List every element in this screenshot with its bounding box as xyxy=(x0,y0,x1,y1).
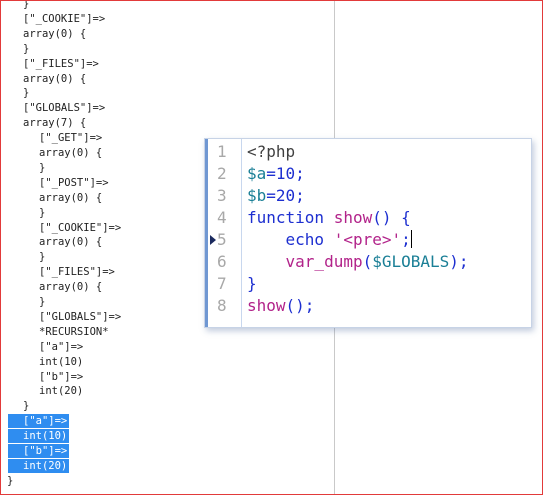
code-line[interactable]: } xyxy=(247,273,257,295)
line-number: 8 xyxy=(217,296,227,315)
code-token: ); xyxy=(449,252,469,271)
code-token: $GLOBALS xyxy=(372,252,450,271)
dump-line: } xyxy=(39,296,46,308)
dump-line: int(20) xyxy=(8,458,70,473)
code-token: =20; xyxy=(266,186,305,205)
dump-line: } xyxy=(7,474,14,487)
code-token: ; xyxy=(401,230,411,249)
dump-line: ["_GET"]=> xyxy=(39,132,103,145)
code-line[interactable]: <?php xyxy=(247,141,295,163)
code-token: $b xyxy=(247,186,267,205)
dump-line: int(10) xyxy=(8,429,70,444)
code-token: =10; xyxy=(266,164,305,183)
dump-line: array(7) { xyxy=(23,117,87,130)
dump-line: ["a"]=> xyxy=(39,340,84,353)
dump-line: ["GLOBALS"]=> xyxy=(39,310,122,323)
code-token: function xyxy=(247,208,325,227)
dump-line: } xyxy=(23,1,30,10)
code-line[interactable]: function show() { xyxy=(247,207,411,229)
dump-line: ["b"]=> xyxy=(39,370,84,383)
line-number: 4 xyxy=(217,208,227,227)
code-token: () { xyxy=(372,208,411,227)
line-number: 2 xyxy=(217,164,227,183)
code-token: } xyxy=(247,274,257,293)
dump-line: } xyxy=(39,251,46,264)
dump-line: int(20) xyxy=(39,385,84,398)
dump-line: ["_COOKIE"]=> xyxy=(23,12,106,25)
dump-line: *RECURSION* xyxy=(39,325,109,338)
code-editor[interactable]: 12345678 <?php $a=10; $b=20; function show(… xyxy=(204,138,532,328)
dump-line: } xyxy=(23,400,30,413)
line-number: 1 xyxy=(217,142,227,161)
code-line[interactable]: echo '<pre>'; xyxy=(247,229,412,251)
dump-line: array(0) { xyxy=(23,27,87,40)
code-line[interactable]: $b=20; xyxy=(247,185,305,207)
dump-line: ["_FILES"]=> xyxy=(39,266,115,279)
code-line[interactable]: show(); xyxy=(247,295,314,317)
dump-line: } xyxy=(39,206,46,219)
code-token: <?php xyxy=(247,142,296,161)
dump-line: } xyxy=(23,87,30,100)
line-number: 7 xyxy=(217,274,227,293)
dump-line: ["_FILES"]=> xyxy=(23,57,99,70)
dump-line: ["GLOBALS"]=> xyxy=(23,102,106,115)
line-number: 6 xyxy=(217,252,227,271)
code-token: (); xyxy=(285,296,315,315)
dump-line: ["_POST"]=> xyxy=(39,176,109,189)
code-token: echo xyxy=(285,230,325,249)
dump-line: array(0) { xyxy=(39,281,103,294)
dump-line: int(10) xyxy=(39,355,84,368)
code-token: show xyxy=(247,296,286,315)
dump-line: array(0) { xyxy=(39,236,103,249)
dump-line: ["_COOKIE"]=> xyxy=(39,221,122,234)
code-token: var_dump xyxy=(285,252,363,271)
dump-line: } xyxy=(39,161,46,174)
code-line[interactable]: var_dump($GLOBALS); xyxy=(247,251,469,273)
dump-line: ["b"]=> xyxy=(8,444,70,458)
current-line-marker-icon xyxy=(210,235,216,245)
editor-accent-bar xyxy=(205,139,208,327)
code-token: ( xyxy=(362,252,373,271)
code-token: $a xyxy=(247,164,267,183)
code-line[interactable]: $a=10; xyxy=(247,163,305,185)
dump-line: array(0) { xyxy=(39,147,103,159)
line-number-gutter: 1 2 3 4 5 6 7 8 xyxy=(205,139,242,327)
dump-line: array(0) { xyxy=(23,72,87,85)
dump-line: array(0) { xyxy=(39,191,103,204)
dump-line: } xyxy=(23,42,30,55)
text-cursor xyxy=(410,230,412,248)
code-token: show xyxy=(333,208,373,227)
dump-line: ["a"]=> xyxy=(8,414,70,429)
line-number: 5 xyxy=(217,230,227,249)
line-number: 3 xyxy=(217,186,227,205)
code-token: '<pre>' xyxy=(333,230,402,249)
